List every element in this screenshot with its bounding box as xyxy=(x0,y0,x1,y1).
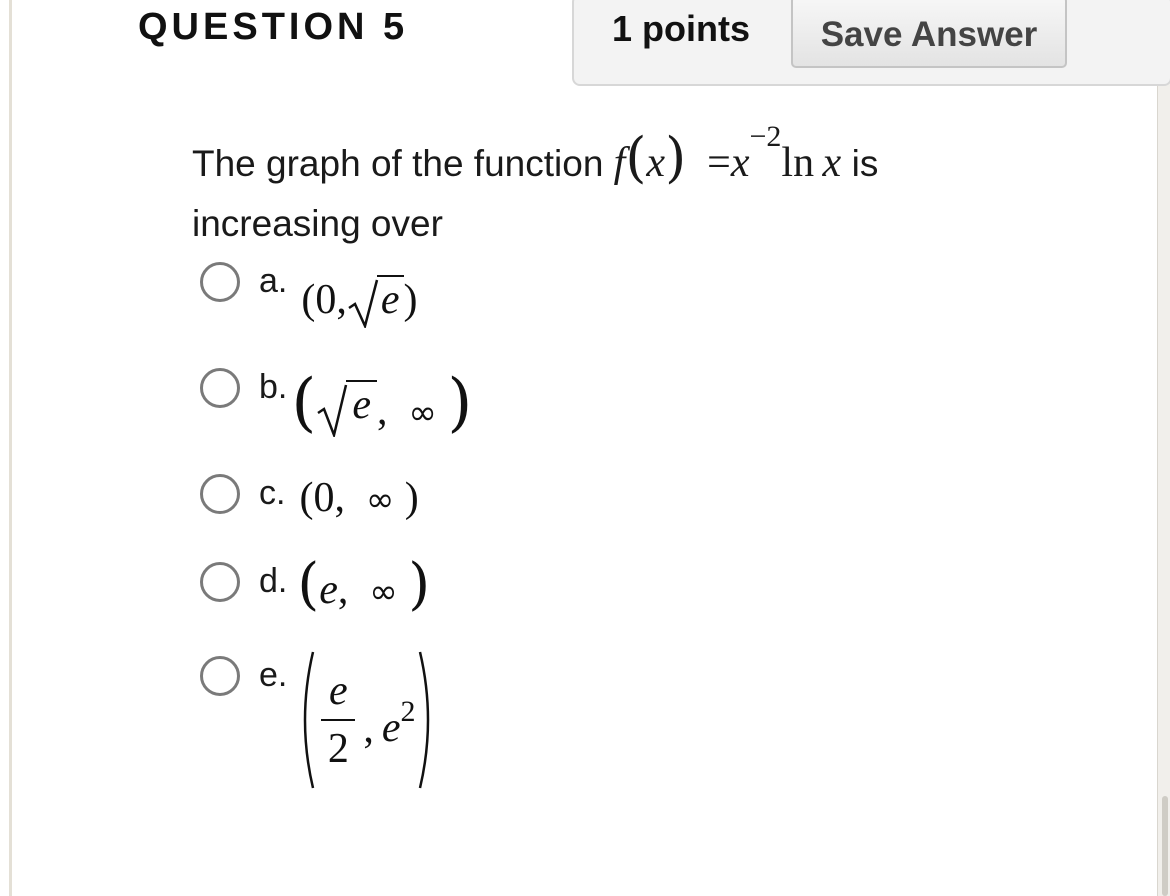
question-text-line2: increasing over xyxy=(192,203,443,244)
page-scrollbar[interactable] xyxy=(1157,0,1170,896)
option-d[interactable]: d. (e, ∞ ) xyxy=(200,552,430,620)
option-d-letter: d. xyxy=(259,562,288,600)
option-e-letter: e. xyxy=(259,656,288,694)
option-a-radio[interactable] xyxy=(200,262,240,302)
left-paren-large xyxy=(304,651,315,789)
option-c-radio[interactable] xyxy=(200,474,240,514)
option-e-radio[interactable] xyxy=(200,656,240,696)
question-text-before: The graph of the function xyxy=(192,143,604,184)
scrollbar-thumb[interactable] xyxy=(1162,796,1168,896)
option-e[interactable]: e. e 2 , e2 xyxy=(200,651,438,804)
option-a-letter: a. xyxy=(259,262,288,300)
option-b-answer: (e, ∞ ) xyxy=(291,366,473,440)
option-b-letter: b. xyxy=(259,368,288,406)
option-c-answer: (0, ∞ ) xyxy=(299,475,419,521)
function-expression: f(x) =x−2ln x xyxy=(613,120,842,189)
points-label: 1 points xyxy=(612,8,751,49)
option-b[interactable]: b. (e, ∞ ) xyxy=(200,366,472,440)
save-answer-button[interactable]: Save Answer xyxy=(791,0,1067,68)
option-b-radio[interactable] xyxy=(200,368,240,408)
option-e-answer: e 2 , e2 xyxy=(295,648,437,792)
option-d-answer: (e, ∞ ) xyxy=(297,552,431,617)
right-paren-large xyxy=(418,651,429,789)
left-border xyxy=(9,0,12,896)
option-c[interactable]: c. (0, ∞ ) xyxy=(200,472,419,532)
option-d-radio[interactable] xyxy=(200,562,240,602)
option-a-answer: (0, e) xyxy=(301,275,418,328)
option-c-letter: c. xyxy=(259,474,286,512)
question-text-after: is xyxy=(851,143,879,184)
question-title: QUESTION 5 xyxy=(138,6,409,48)
option-a[interactable]: a. (0, e) xyxy=(200,260,418,328)
question-text: The graph of the function f(x) =x−2ln x … xyxy=(192,120,879,254)
